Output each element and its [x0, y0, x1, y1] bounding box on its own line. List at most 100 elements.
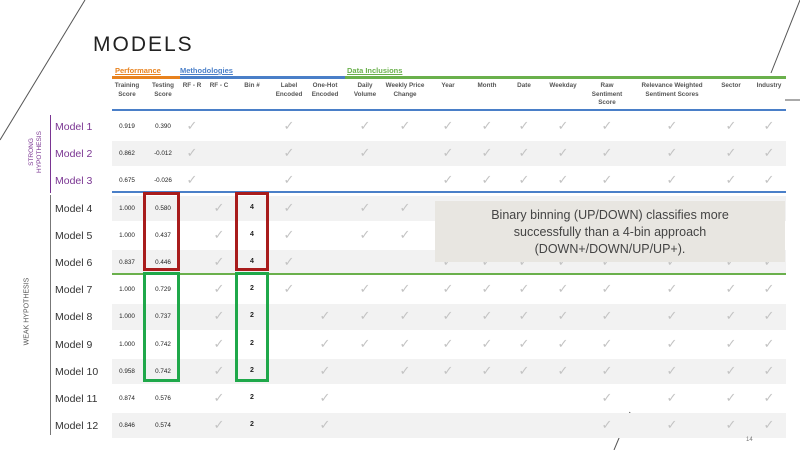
check-icon: ✓	[283, 145, 295, 161]
column-header: Weekly Price Change	[385, 82, 425, 98]
separator-bin4-bin2	[112, 273, 786, 275]
corner-line-top-right	[770, 0, 800, 74]
check-icon: ✓	[213, 417, 225, 433]
check-icon: ✓	[481, 172, 493, 188]
page-number: 14	[746, 437, 753, 443]
check-icon: ✓	[601, 335, 613, 351]
model-label: Model 11	[55, 393, 98, 405]
check-icon: ✓	[518, 362, 530, 378]
training-score: 0.862	[119, 150, 135, 158]
check-icon: ✓	[359, 118, 371, 133]
check-icon: ✓	[557, 335, 569, 351]
highlight-box-red-bin	[235, 192, 269, 271]
training-score: 1.000	[119, 204, 135, 212]
training-score: 0.958	[119, 367, 135, 375]
check-icon: ✓	[283, 281, 295, 297]
check-icon: ✓	[725, 145, 737, 161]
check-icon: ✓	[666, 118, 678, 133]
check-icon: ✓	[763, 417, 775, 433]
check-icon: ✓	[666, 308, 678, 324]
check-icon: ✓	[213, 254, 225, 269]
callout-box: Binary binning (UP/DOWN) classifies more…	[435, 201, 785, 262]
column-header: RF - C	[209, 82, 229, 89]
column-header: Raw Sentiment Score	[591, 82, 623, 106]
column-header: Relevance Weighted Sentiment Scores	[641, 82, 703, 98]
model-label: Model 2	[55, 148, 93, 161]
check-icon: ✓	[725, 335, 737, 351]
check-icon: ✓	[518, 281, 530, 297]
check-icon: ✓	[283, 226, 295, 242]
check-icon: ✓	[399, 281, 411, 297]
check-icon: ✓	[601, 281, 613, 297]
strong-hypothesis-label: STRONG HYPOTHESIS	[28, 131, 43, 173]
check-icon: ✓	[442, 281, 454, 297]
column-header: Sector	[721, 82, 741, 89]
check-icon: ✓	[666, 417, 678, 433]
model-label: Model 7	[55, 284, 93, 297]
column-header: Date	[517, 82, 531, 89]
check-icon: ✓	[601, 118, 613, 133]
check-icon: ✓	[518, 308, 530, 324]
check-icon: ✓	[442, 118, 454, 133]
model-label: Model 4	[55, 202, 93, 215]
column-header: Daily Volume	[353, 82, 377, 98]
check-icon: ✓	[319, 390, 331, 405]
training-score: 1.000	[119, 231, 135, 239]
check-icon: ✓	[481, 118, 493, 133]
check-icon: ✓	[481, 281, 493, 297]
column-header: One-Hot Encoded	[311, 82, 339, 98]
check-icon: ✓	[518, 335, 530, 351]
column-header: RF - R	[182, 82, 202, 89]
check-icon: ✓	[725, 281, 737, 297]
callout-line-1: Binary binning (UP/DOWN) classifies more	[491, 208, 729, 222]
check-icon: ✓	[359, 335, 371, 351]
check-icon: ✓	[481, 308, 493, 324]
check-icon: ✓	[186, 145, 198, 161]
strong-bracket-line	[50, 115, 51, 193]
model-label: Model 12	[55, 420, 99, 433]
check-icon: ✓	[763, 118, 775, 133]
check-icon: ✓	[399, 199, 411, 215]
training-score: 1.000	[119, 313, 135, 321]
check-icon: ✓	[442, 145, 454, 161]
check-icon: ✓	[666, 172, 678, 188]
check-icon: ✓	[557, 172, 569, 188]
check-icon: ✓	[359, 226, 371, 242]
check-icon: ✓	[725, 308, 737, 324]
check-icon: ✓	[319, 335, 331, 351]
model-label: Model 10	[55, 365, 99, 378]
check-icon: ✓	[213, 199, 225, 215]
testing-score: 0.574	[155, 422, 171, 430]
callout-line-3: (DOWN+/DOWN/UP/UP+).	[534, 242, 686, 256]
check-icon: ✓	[763, 362, 775, 378]
model-label: Model 9	[55, 338, 93, 351]
check-icon: ✓	[725, 362, 737, 378]
group-label-performance: Performance	[115, 66, 161, 75]
check-icon: ✓	[557, 281, 569, 297]
testing-score: 0.390	[155, 123, 171, 130]
check-icon: ✓	[557, 308, 569, 324]
column-header: Weekday	[549, 82, 577, 89]
bin-count: 2	[250, 394, 254, 401]
check-icon: ✓	[481, 145, 493, 161]
check-icon: ✓	[213, 281, 225, 297]
check-icon: ✓	[666, 145, 678, 161]
check-icon: ✓	[399, 362, 411, 378]
weak-hypothesis-label: WEAK HYPOTHESIS	[23, 277, 31, 346]
model-label: Model 6	[55, 257, 93, 269]
testing-score: -0.012	[154, 150, 172, 158]
training-score: 0.874	[119, 395, 135, 402]
group-bar-performance	[112, 76, 180, 79]
column-header: Testing Score	[152, 82, 174, 98]
group-bar-methodologies	[180, 76, 345, 79]
check-icon: ✓	[283, 172, 295, 188]
check-icon: ✓	[725, 118, 737, 133]
check-icon: ✓	[763, 281, 775, 297]
testing-score: 0.576	[155, 395, 171, 402]
check-icon: ✓	[557, 118, 569, 133]
check-icon: ✓	[283, 118, 295, 133]
separator-strong-weak	[112, 191, 786, 193]
check-icon: ✓	[763, 172, 775, 188]
check-icon: ✓	[359, 281, 371, 297]
check-icon: ✓	[557, 362, 569, 378]
